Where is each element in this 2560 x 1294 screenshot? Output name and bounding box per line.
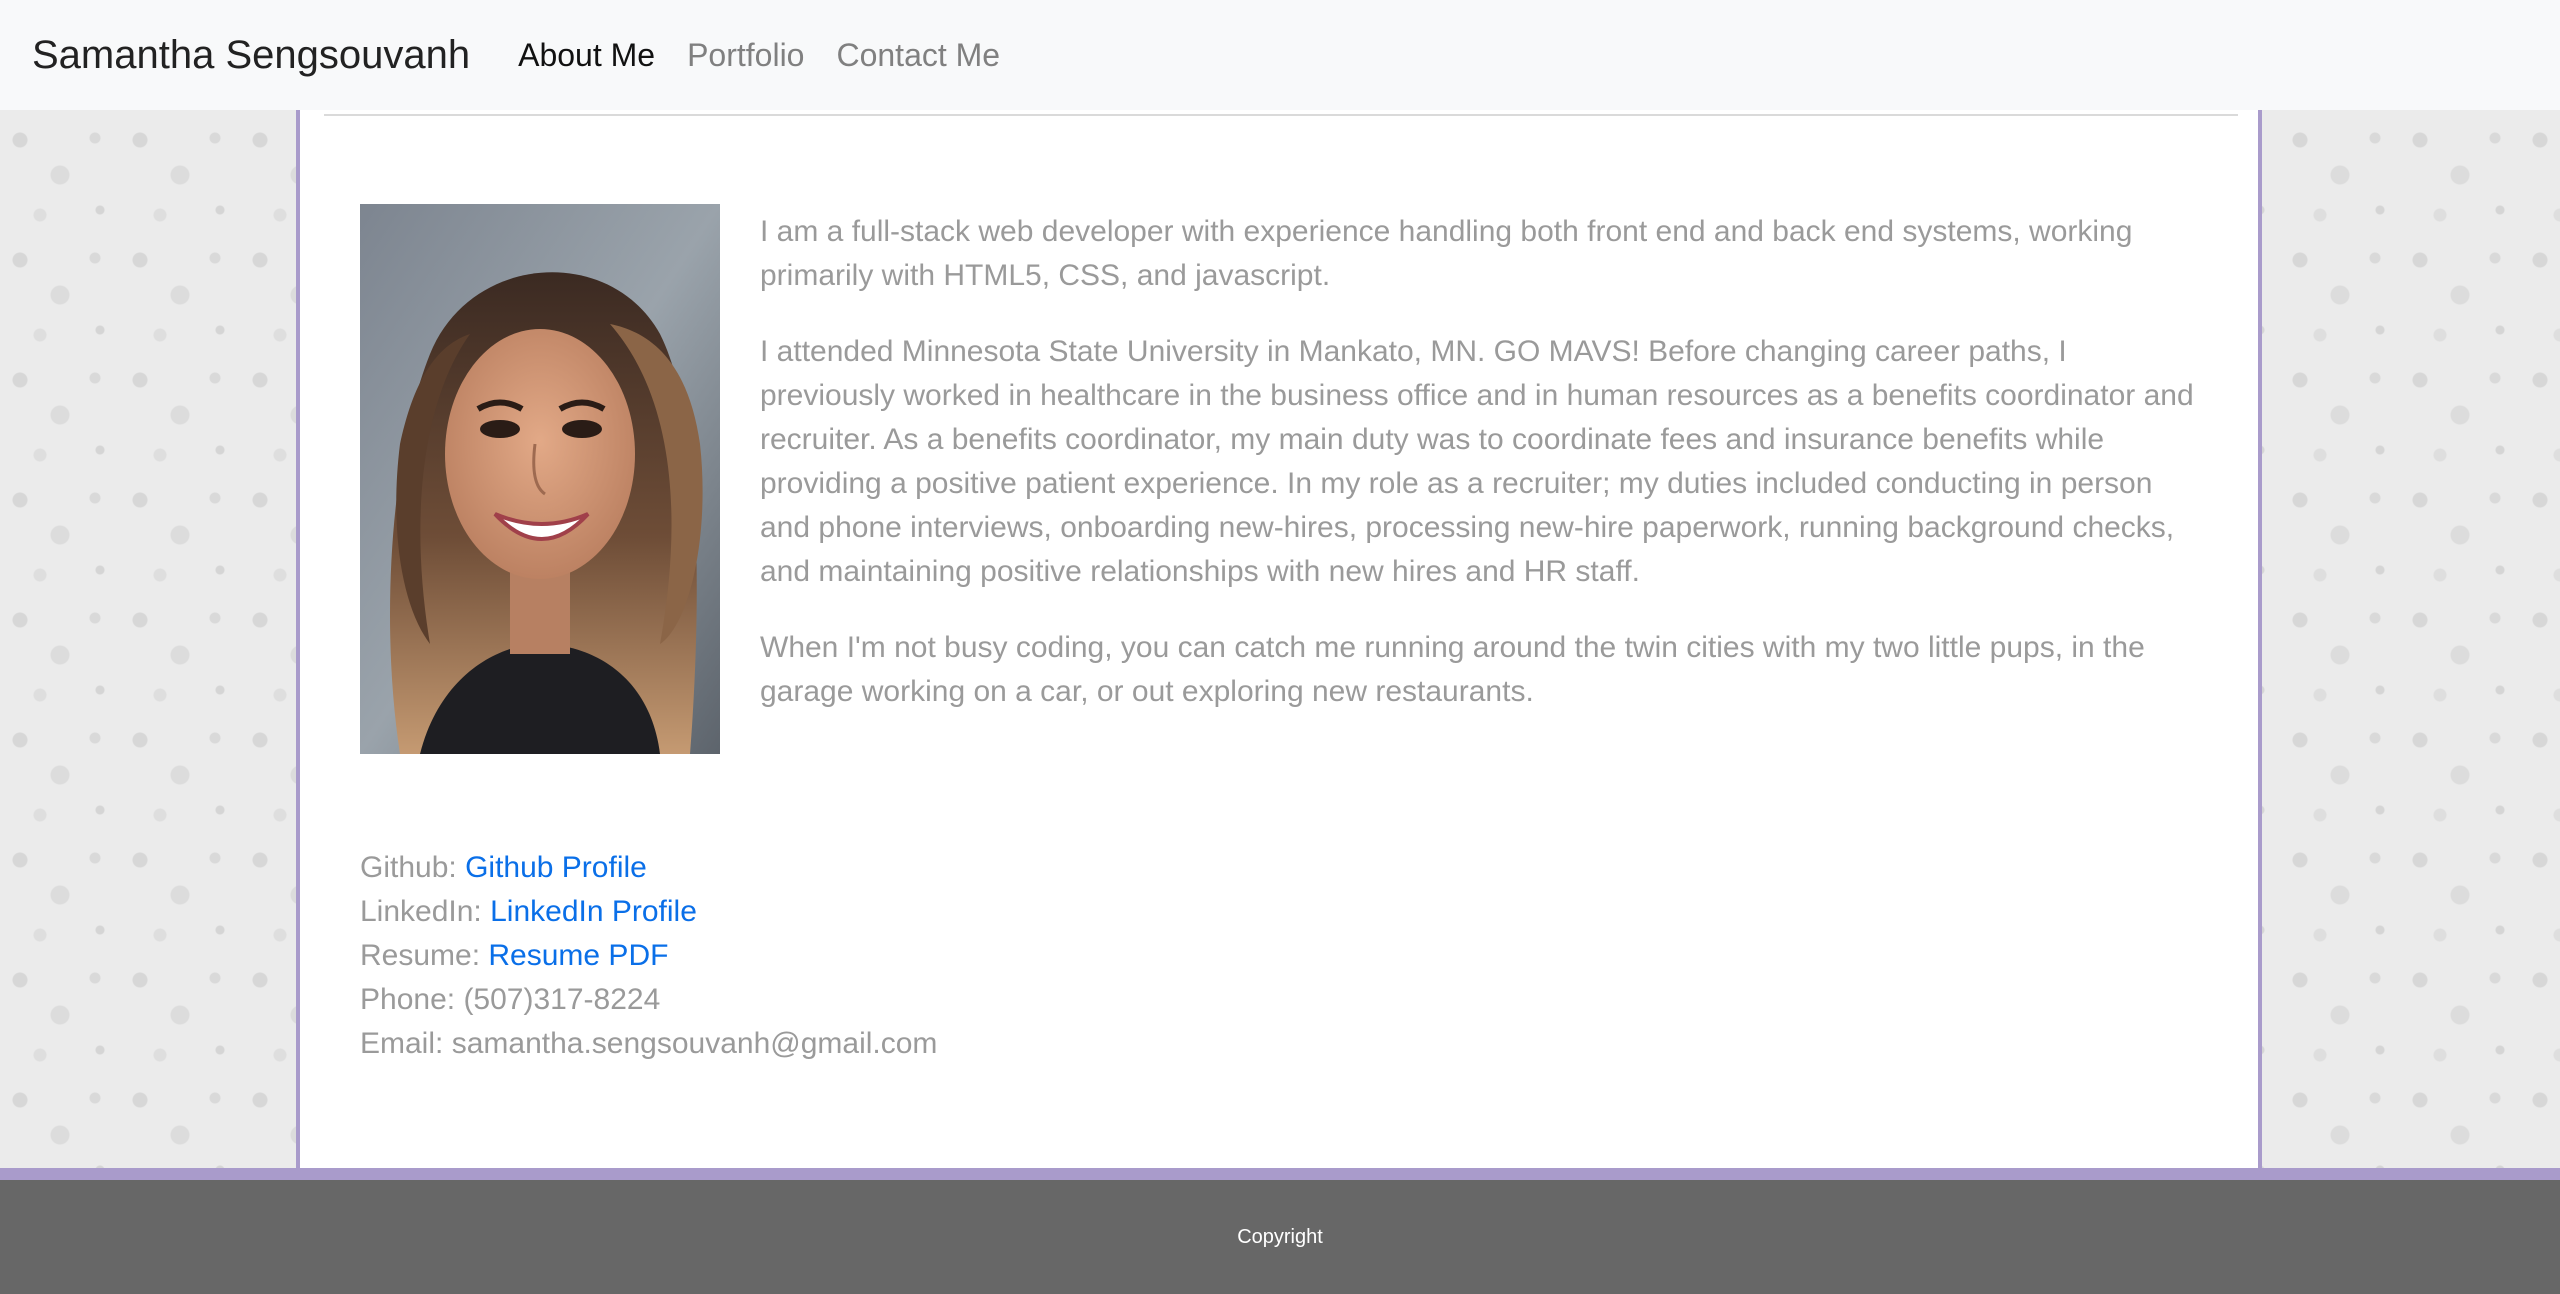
resume-label: Resume: (360, 939, 481, 972)
linkedin-profile-link[interactable]: LinkedIn Profile (490, 895, 697, 928)
phone-value: (507)317-8224 (463, 983, 661, 1016)
navbar: Samantha Sengsouvanh About Me Portfolio … (0, 0, 2560, 110)
phone-label: Phone: (360, 983, 456, 1016)
nav-link-portfolio[interactable]: Portfolio (687, 37, 804, 74)
bio-paragraph: I attended Minnesota State University in… (760, 335, 2194, 588)
resume-pdf-link[interactable]: Resume PDF (488, 939, 668, 972)
copyright-text: Copyright (1237, 1225, 1323, 1248)
github-label: Github: (360, 851, 457, 884)
contact-row-github: Github: Github Profile (360, 846, 937, 890)
contact-row-resume: Resume: Resume PDF (360, 934, 937, 978)
nav-link-about-me[interactable]: About Me (518, 37, 655, 74)
contact-info: Github: Github Profile LinkedIn: LinkedI… (360, 846, 937, 1066)
profile-photo (360, 204, 720, 754)
footer-accent-strip (0, 1168, 2560, 1180)
contact-row-phone: Phone: (507)317-8224 (360, 978, 937, 1022)
github-profile-link[interactable]: Github Profile (465, 851, 647, 884)
divider (324, 114, 2238, 116)
linkedin-label: LinkedIn: (360, 895, 482, 928)
email-label: Email: (360, 1027, 444, 1060)
nav-link-contact-me[interactable]: Contact Me (836, 37, 1000, 74)
contact-row-email: Email: samantha.sengsouvanh@gmail.com (360, 1022, 937, 1066)
bio-text: I am a full-stack web developer with exp… (760, 210, 2210, 746)
email-value: samantha.sengsouvanh@gmail.com (451, 1027, 938, 1060)
bio-paragraph: I am a full-stack web developer with exp… (760, 215, 2133, 292)
footer: Copyright (0, 1180, 2560, 1294)
about-card: I am a full-stack web developer with exp… (296, 110, 2262, 1168)
bio-paragraph: When I'm not busy coding, you can catch … (760, 631, 2145, 708)
brand-name[interactable]: Samantha Sengsouvanh (32, 33, 470, 78)
contact-row-linkedin: LinkedIn: LinkedIn Profile (360, 890, 937, 934)
